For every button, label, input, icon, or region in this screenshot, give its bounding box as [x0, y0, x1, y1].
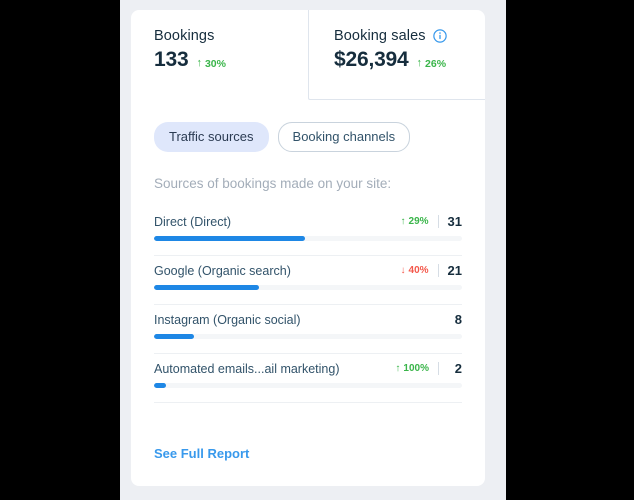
progress-fill	[154, 383, 167, 388]
divider	[437, 264, 439, 277]
metric-delta-value: 26%	[425, 57, 447, 70]
list-item[interactable]: Instagram (Organic social) 8	[154, 305, 462, 354]
divider	[437, 215, 439, 228]
arrow-up-icon: ↑	[416, 57, 423, 69]
source-metrics: ↑ 29% 31	[401, 214, 462, 229]
source-name: Direct (Direct)	[154, 214, 232, 229]
list-item-header: Automated emails...ail marketing) ↑ 100%…	[154, 361, 462, 383]
analytics-card: Bookings 133 ↑ 30% Booking sales $26,394…	[131, 10, 485, 486]
metric-label: Booking sales	[334, 28, 426, 44]
metric-label: Bookings	[154, 28, 215, 44]
arrow-up-icon: ↑	[196, 57, 202, 69]
source-delta-value: 100%	[403, 363, 429, 374]
source-name: Instagram (Organic social)	[154, 312, 301, 327]
arrow-up-icon: ↑	[395, 363, 401, 374]
arrow-up-icon: ↑	[400, 216, 406, 227]
source-delta: ↓ 40%	[401, 265, 429, 276]
list-item-header: Google (Organic search) ↓ 40% 21	[154, 263, 462, 285]
list-item[interactable]: Direct (Direct) ↑ 29% 31	[154, 207, 462, 256]
progress-fill	[154, 334, 195, 339]
screen: Bookings 133 ↑ 30% Booking sales $26,394…	[0, 0, 634, 500]
metric-delta: ↑ 30%	[196, 58, 226, 70]
source-metrics: ↓ 40% 21	[401, 263, 462, 278]
source-count: 21	[447, 263, 462, 278]
source-count: 8	[454, 312, 462, 327]
info-icon[interactable]	[432, 29, 447, 43]
source-metrics: ↑ 100% 2	[395, 361, 462, 376]
metric-delta: ↑ 26%	[417, 58, 447, 70]
metric-delta-value: 30%	[204, 57, 226, 70]
source-count: 2	[454, 361, 462, 376]
source-metrics: 8	[448, 312, 462, 327]
sources-list: Direct (Direct) ↑ 29% 31 Google (Organic…	[131, 191, 485, 403]
arrow-down-icon: ↓	[400, 265, 406, 276]
metric-value: $26,394	[334, 48, 409, 71]
source-name: Google (Organic search)	[154, 263, 291, 278]
source-name: Automated emails...ail marketing)	[154, 361, 340, 376]
metric-label-row: Booking sales	[334, 28, 485, 44]
section-subtitle: Sources of bookings made on your site:	[154, 176, 392, 191]
progress-track	[154, 334, 462, 339]
metric-value-row: $26,394 ↑ 26%	[334, 48, 485, 72]
metric-tile-bookings[interactable]: Bookings 133 ↑ 30%	[131, 10, 308, 100]
tab-group: Traffic sources Booking channels	[131, 100, 485, 152]
list-item-header: Direct (Direct) ↑ 29% 31	[154, 214, 462, 236]
card-footer: See Full Report	[154, 445, 249, 463]
metric-label-row: Bookings	[154, 28, 308, 44]
metric-value: 133	[154, 48, 189, 71]
source-delta: ↑ 100%	[395, 363, 429, 374]
tab-traffic-sources[interactable]: Traffic sources	[154, 122, 269, 152]
source-delta-value: 40%	[408, 265, 429, 276]
divider	[438, 362, 439, 375]
progress-track	[154, 285, 462, 290]
progress-track	[154, 236, 462, 241]
source-count: 31	[447, 214, 462, 229]
see-full-report-link[interactable]: See Full Report	[154, 446, 249, 461]
source-delta-value: 29%	[408, 216, 429, 227]
tab-booking-channels[interactable]: Booking channels	[277, 122, 411, 152]
progress-fill	[154, 236, 305, 241]
metric-tiles: Bookings 133 ↑ 30% Booking sales $26,394…	[131, 10, 485, 100]
list-item[interactable]: Google (Organic search) ↓ 40% 21	[154, 256, 462, 305]
progress-track	[154, 383, 462, 388]
row-divider	[154, 402, 462, 403]
source-delta: ↑ 29%	[401, 216, 429, 227]
metric-value-row: 133 ↑ 30%	[154, 48, 308, 72]
list-item[interactable]: Automated emails...ail marketing) ↑ 100%…	[154, 354, 462, 403]
metric-tile-booking-sales[interactable]: Booking sales $26,394 ↑ 26%	[308, 10, 485, 100]
list-item-header: Instagram (Organic social) 8	[154, 312, 462, 334]
progress-fill	[154, 285, 259, 290]
